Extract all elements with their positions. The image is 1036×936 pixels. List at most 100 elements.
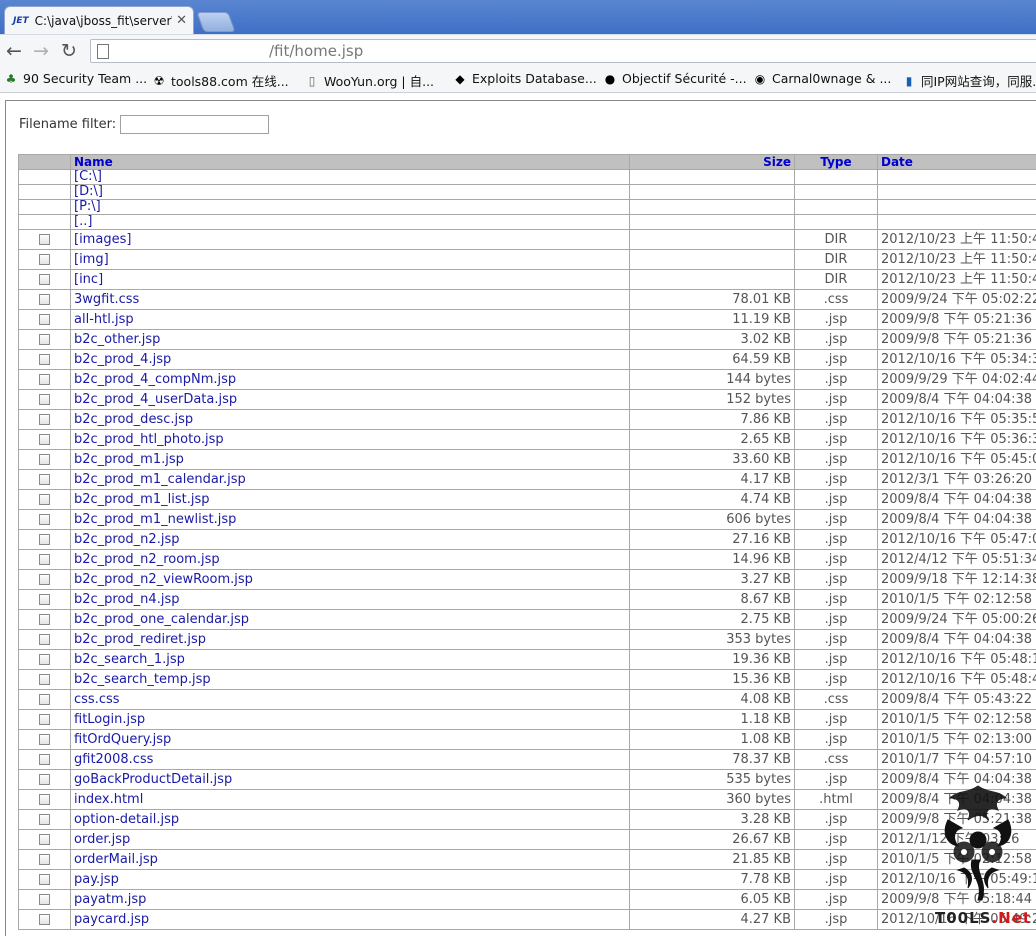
- file-link[interactable]: b2c_prod_n2.jsp: [74, 532, 179, 547]
- row-checkbox[interactable]: [39, 734, 50, 745]
- row-checkbox[interactable]: [39, 754, 50, 765]
- file-link[interactable]: paycard.jsp: [74, 912, 149, 927]
- bookmark-item[interactable]: ▮同IP网站查询，同服...: [902, 71, 1036, 90]
- file-link[interactable]: gfit2008.css: [74, 752, 153, 767]
- file-link[interactable]: b2c_prod_m1_list.jsp: [74, 492, 209, 507]
- file-link[interactable]: b2c_prod_m1_calendar.jsp: [74, 472, 246, 487]
- drive-link[interactable]: [D:\]: [74, 185, 103, 200]
- row-checkbox[interactable]: [39, 594, 50, 605]
- row-checkbox[interactable]: [39, 614, 50, 625]
- row-checkbox[interactable]: [39, 234, 50, 245]
- file-link[interactable]: option-detail.jsp: [74, 812, 179, 827]
- drive-link[interactable]: [..]: [74, 215, 92, 230]
- file-link[interactable]: b2c_prod_m1.jsp: [74, 452, 184, 467]
- row-checkbox[interactable]: [39, 314, 50, 325]
- drive-link[interactable]: [P:\]: [74, 200, 101, 215]
- file-link[interactable]: all-htl.jsp: [74, 312, 134, 327]
- browser-tab[interactable]: JET C:\java\jboss_fit\server\ ✕: [4, 6, 194, 34]
- file-link[interactable]: b2c_prod_4_compNm.jsp: [74, 372, 236, 387]
- bookmark-item[interactable]: ♣90 Security Team ...: [4, 71, 147, 86]
- file-link[interactable]: b2c_prod_4_userData.jsp: [74, 392, 237, 407]
- name-cell: b2c_prod_one_calendar.jsp: [71, 610, 630, 630]
- back-arrow-icon[interactable]: ←: [6, 39, 22, 63]
- file-link[interactable]: fitLogin.jsp: [74, 712, 145, 727]
- row-checkbox[interactable]: [39, 394, 50, 405]
- drive-link[interactable]: [C:\]: [74, 170, 102, 185]
- header-type[interactable]: Type: [795, 155, 878, 170]
- file-link[interactable]: order.jsp: [74, 832, 130, 847]
- checkbox-cell: [19, 530, 71, 550]
- new-tab-button[interactable]: [196, 12, 235, 32]
- row-checkbox[interactable]: [39, 494, 50, 505]
- file-link[interactable]: [img]: [74, 252, 109, 267]
- file-link[interactable]: [images]: [74, 232, 131, 247]
- file-link[interactable]: b2c_prod_n2_viewRoom.jsp: [74, 572, 253, 587]
- file-link[interactable]: b2c_prod_4.jsp: [74, 352, 171, 367]
- row-checkbox[interactable]: [39, 374, 50, 385]
- file-link[interactable]: goBackProductDetail.jsp: [74, 772, 232, 787]
- file-link[interactable]: b2c_search_1.jsp: [74, 652, 185, 667]
- row-checkbox[interactable]: [39, 654, 50, 665]
- row-checkbox[interactable]: [39, 354, 50, 365]
- address-bar[interactable]: /fit/home.jsp: [90, 39, 1036, 63]
- name-cell: 3wgfit.css: [71, 290, 630, 310]
- row-checkbox[interactable]: [39, 454, 50, 465]
- row-checkbox[interactable]: [39, 774, 50, 785]
- file-link[interactable]: b2c_prod_m1_newlist.jsp: [74, 512, 236, 527]
- row-checkbox[interactable]: [39, 634, 50, 645]
- file-link[interactable]: b2c_search_temp.jsp: [74, 672, 211, 687]
- file-link[interactable]: b2c_prod_n2_room.jsp: [74, 552, 220, 567]
- bookmark-item[interactable]: ▯WooYun.org | 自...: [305, 71, 434, 90]
- file-link[interactable]: 3wgfit.css: [74, 292, 139, 307]
- header-date[interactable]: Date: [878, 155, 1036, 170]
- checkbox-cell: [19, 310, 71, 330]
- file-link[interactable]: b2c_prod_htl_photo.jsp: [74, 432, 224, 447]
- file-link[interactable]: css.css: [74, 692, 120, 707]
- row-checkbox[interactable]: [39, 834, 50, 845]
- file-link[interactable]: [inc]: [74, 272, 103, 287]
- forward-arrow-icon[interactable]: →: [33, 39, 49, 63]
- row-checkbox[interactable]: [39, 894, 50, 905]
- filter-input[interactable]: [120, 115, 269, 134]
- file-link[interactable]: index.html: [74, 792, 143, 807]
- row-checkbox[interactable]: [39, 714, 50, 725]
- file-link[interactable]: payatm.jsp: [74, 892, 146, 907]
- row-checkbox[interactable]: [39, 554, 50, 565]
- file-link[interactable]: orderMail.jsp: [74, 852, 158, 867]
- row-checkbox[interactable]: [39, 794, 50, 805]
- size-cell: 535 bytes: [630, 770, 795, 790]
- row-checkbox[interactable]: [39, 534, 50, 545]
- row-checkbox[interactable]: [39, 514, 50, 525]
- row-checkbox[interactable]: [39, 814, 50, 825]
- bookmark-item[interactable]: ◉Carnal0wnage & ...: [753, 71, 891, 86]
- tab-close-icon[interactable]: ✕: [176, 13, 187, 28]
- row-checkbox[interactable]: [39, 414, 50, 425]
- row-checkbox[interactable]: [39, 674, 50, 685]
- file-link[interactable]: b2c_prod_one_calendar.jsp: [74, 612, 249, 627]
- bookmark-item[interactable]: ☢tools88.com 在线...: [152, 71, 289, 90]
- file-link[interactable]: b2c_prod_n4.jsp: [74, 592, 179, 607]
- type-cell: .jsp: [795, 890, 878, 910]
- row-checkbox[interactable]: [39, 914, 50, 925]
- row-checkbox[interactable]: [39, 274, 50, 285]
- header-size[interactable]: Size: [630, 155, 795, 170]
- row-checkbox[interactable]: [39, 254, 50, 265]
- row-checkbox[interactable]: [39, 574, 50, 585]
- row-checkbox[interactable]: [39, 854, 50, 865]
- checkbox-cell: [19, 510, 71, 530]
- row-checkbox[interactable]: [39, 334, 50, 345]
- row-checkbox[interactable]: [39, 474, 50, 485]
- file-link[interactable]: b2c_other.jsp: [74, 332, 160, 347]
- reload-icon[interactable]: ↻: [61, 39, 77, 63]
- file-link[interactable]: b2c_prod_rediret.jsp: [74, 632, 206, 647]
- row-checkbox[interactable]: [39, 294, 50, 305]
- bookmark-item[interactable]: ●Objectif Sécurité -...: [603, 71, 747, 86]
- row-checkbox[interactable]: [39, 694, 50, 705]
- bookmark-item[interactable]: ◆Exploits Database...: [453, 71, 597, 86]
- row-checkbox[interactable]: [39, 874, 50, 885]
- file-link[interactable]: fitOrdQuery.jsp: [74, 732, 171, 747]
- header-name[interactable]: Name: [71, 155, 630, 170]
- file-link[interactable]: b2c_prod_desc.jsp: [74, 412, 193, 427]
- row-checkbox[interactable]: [39, 434, 50, 445]
- file-link[interactable]: pay.jsp: [74, 872, 119, 887]
